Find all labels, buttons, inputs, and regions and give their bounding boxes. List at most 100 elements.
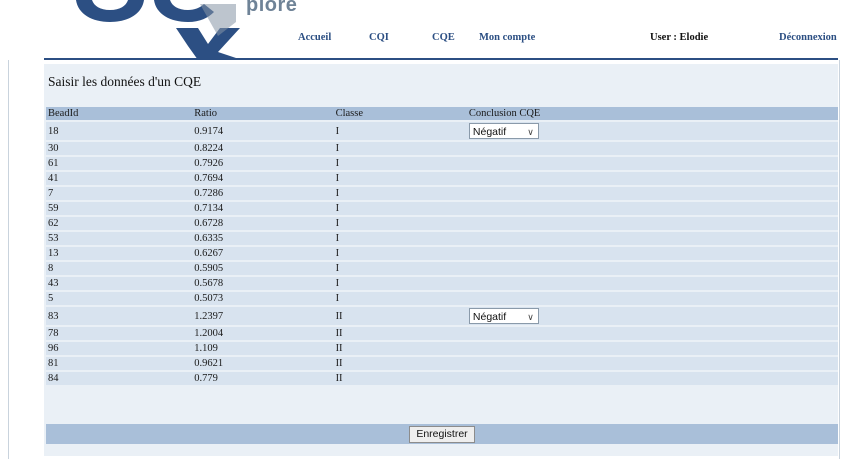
classe-cell: II <box>333 307 467 325</box>
classe-cell: I <box>333 262 467 275</box>
ratio-cell: 1.109 <box>192 342 334 355</box>
logo-wordmark: plore <box>246 0 298 16</box>
table-row: 81 0.9621 II <box>46 357 838 370</box>
ratio-cell: 0.5073 <box>192 292 334 305</box>
conclusion-cell <box>466 327 838 340</box>
bead-id-cell: 43 <box>46 277 193 290</box>
column-header-ratio: Ratio <box>192 107 334 120</box>
table-row: 62 0.6728 I <box>46 217 838 230</box>
ratio-cell: 0.9174 <box>192 122 334 140</box>
bead-id-cell: 83 <box>46 307 193 325</box>
table-header-row: BeadId Ratio Classe Conclusion CQE <box>46 107 838 120</box>
header-divider <box>44 58 838 60</box>
conclusion-select-value: Négatif <box>472 311 507 323</box>
ratio-cell: 0.8224 <box>192 142 334 155</box>
conclusion-select[interactable]: Négatif ∨ <box>468 123 539 139</box>
conclusion-cell <box>466 202 838 215</box>
nav-mon-compte-link[interactable]: Mon compte <box>479 32 535 46</box>
ratio-cell: 0.6335 <box>192 232 334 245</box>
nav-deconnexion-link[interactable]: Déconnexion <box>779 32 837 46</box>
classe-cell: I <box>333 247 467 260</box>
ratio-cell: 0.7926 <box>192 157 334 170</box>
bead-id-cell: 18 <box>46 122 193 140</box>
table-row: 8 0.5905 I <box>46 262 838 275</box>
column-header-beadid: BeadId <box>46 107 193 120</box>
classe-cell: I <box>333 172 467 185</box>
conclusion-cell <box>466 372 838 385</box>
conclusion-cell: Négatif ∨ <box>466 122 838 140</box>
ratio-cell: 1.2004 <box>192 327 334 340</box>
table-row: 84 0.779 II <box>46 372 838 385</box>
ratio-cell: 0.5678 <box>192 277 334 290</box>
ratio-cell: 0.6728 <box>192 217 334 230</box>
classe-cell: I <box>333 142 467 155</box>
nav-accueil-link[interactable]: Accueil <box>298 32 331 46</box>
bead-id-cell: 59 <box>46 202 193 215</box>
classe-cell: II <box>333 357 467 370</box>
table-row: 78 1.2004 II <box>46 327 838 340</box>
conclusion-select[interactable]: Négatif ∨ <box>468 308 539 324</box>
nav-cqe-link[interactable]: CQE <box>432 32 455 46</box>
classe-cell: I <box>333 202 467 215</box>
bead-id-cell: 61 <box>46 157 193 170</box>
bead-id-cell: 13 <box>46 247 193 260</box>
table-row: 61 0.7926 I <box>46 157 838 170</box>
bead-id-cell: 81 <box>46 357 193 370</box>
conclusion-cell <box>466 172 838 185</box>
right-frame-border <box>839 0 840 459</box>
conclusion-cell <box>466 232 838 245</box>
ratio-cell: 0.9621 <box>192 357 334 370</box>
conclusion-cell <box>466 142 838 155</box>
conclusion-cell <box>466 217 838 230</box>
conclusion-cell <box>466 157 838 170</box>
conclusion-cell <box>466 342 838 355</box>
bead-id-cell: 84 <box>46 372 193 385</box>
ratio-cell: 0.7694 <box>192 172 334 185</box>
conclusion-cell <box>466 277 838 290</box>
page-title: Saisir les données d'un CQE <box>48 74 202 89</box>
table-row: 96 1.109 II <box>46 342 838 355</box>
left-frame-border <box>0 0 9 459</box>
conclusion-cell <box>466 292 838 305</box>
current-user-label: User : Elodie <box>650 32 709 43</box>
bead-id-cell: 8 <box>46 262 193 275</box>
ratio-cell: 0.779 <box>192 372 334 385</box>
ratio-cell: 0.6267 <box>192 247 334 260</box>
table-body: 18 0.9174 I Négatif ∨ 30 0.8224 I 61 0.7926 I 41 0.7… <box>46 122 838 385</box>
nav-cqi-link[interactable]: CQI <box>369 32 389 46</box>
conclusion-cell <box>466 187 838 200</box>
table-row: 7 0.7286 I <box>46 187 838 200</box>
classe-cell: I <box>333 157 467 170</box>
classe-cell: I <box>333 292 467 305</box>
classe-cell: II <box>333 342 467 355</box>
conclusion-cell: Négatif ∨ <box>466 307 838 325</box>
table-row: 59 0.7134 I <box>46 202 838 215</box>
chevron-down-icon: ∨ <box>527 312 534 322</box>
ratio-cell: 0.5905 <box>192 262 334 275</box>
table-row: 13 0.6267 I <box>46 247 838 260</box>
table-row: 83 1.2397 II Négatif ∨ <box>46 307 838 325</box>
bead-id-cell: 78 <box>46 327 193 340</box>
table-row: 43 0.5678 I <box>46 277 838 290</box>
table-row: 30 0.8224 I <box>46 142 838 155</box>
bead-id-cell: 96 <box>46 342 193 355</box>
bead-id-cell: 41 <box>46 172 193 185</box>
cqe-data-table: BeadId Ratio Classe Conclusion CQE 18 0.9… <box>46 105 838 387</box>
table-row: 18 0.9174 I Négatif ∨ <box>46 122 838 140</box>
table-row: 41 0.7694 I <box>46 172 838 185</box>
save-button[interactable]: Enregistrer <box>409 426 475 443</box>
conclusion-select-value: Négatif <box>472 126 507 138</box>
bead-id-cell: 5 <box>46 292 193 305</box>
ratio-cell: 1.2397 <box>192 307 334 325</box>
table-row: 53 0.6335 I <box>46 232 838 245</box>
bead-id-cell: 53 <box>46 232 193 245</box>
classe-cell: I <box>333 217 467 230</box>
classe-cell: II <box>333 327 467 340</box>
column-header-conclusion: Conclusion CQE <box>466 107 838 120</box>
classe-cell: I <box>333 277 467 290</box>
conclusion-cell <box>466 247 838 260</box>
ratio-cell: 0.7134 <box>192 202 334 215</box>
conclusion-cell <box>466 262 838 275</box>
chevron-down-icon: ∨ <box>527 127 534 137</box>
page-header: plore Accueil CQI CQE Mon compte User : … <box>0 0 849 60</box>
